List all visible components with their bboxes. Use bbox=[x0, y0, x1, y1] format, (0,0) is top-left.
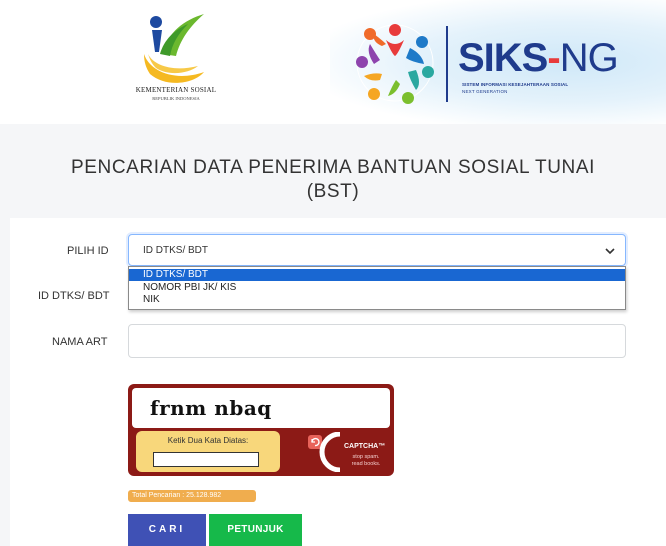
dropdown-option-nomor-pbi[interactable]: NOMOR PBI JK/ KIS bbox=[129, 282, 625, 294]
chevron-down-icon bbox=[605, 248, 615, 255]
id-dtks-label: ID DTKS/ BDT bbox=[38, 290, 110, 302]
page-title: PENCARIAN DATA PENERIMA BANTUAN SOSIAL T… bbox=[0, 156, 666, 204]
kementerian-sosial-text: KEMENTERIAN SOSIAL bbox=[135, 86, 217, 94]
total-search-badge: Total Pencarian : 25.128.982 bbox=[128, 490, 256, 502]
header: KEMENTERIAN SOSIAL REPUBLIK INDONESIA SI… bbox=[0, 0, 666, 124]
captcha-slogan-line-1: stop spam. bbox=[353, 454, 380, 460]
pilih-id-select[interactable]: ID DTKS/ BDT bbox=[128, 234, 626, 266]
page-title-line-2: (BST) bbox=[306, 181, 360, 202]
recaptcha-widget: frnm nbaq Ketik Dua Kata Diatas: CAPTCHA… bbox=[128, 384, 394, 476]
cari-button[interactable]: CARI bbox=[128, 514, 206, 546]
captcha-prompt: Ketik Dua Kata Diatas: bbox=[167, 436, 249, 445]
siks-tagline: SISTEM INFORMASI KESEJAHTERAAN SOSIAL bbox=[462, 82, 569, 87]
captcha-response-panel: Ketik Dua Kata Diatas: bbox=[136, 431, 280, 472]
dropdown-option-nik[interactable]: NIK bbox=[129, 294, 625, 306]
siks-wordmark-dash: - bbox=[547, 36, 560, 80]
page-title-line-1: PENCARIAN DATA PENERIMA BANTUAN SOSIAL T… bbox=[70, 157, 596, 178]
captcha-words: frnm nbaq bbox=[150, 396, 272, 420]
captcha-response-input[interactable] bbox=[153, 452, 259, 467]
siks-ng-emblem bbox=[356, 24, 434, 104]
petunjuk-button[interactable]: PETUNJUK bbox=[209, 514, 302, 546]
kementerian-sosial-logo bbox=[144, 14, 204, 83]
pilih-id-dropdown: ID DTKS/ BDT NOMOR PBI JK/ KIS NIK bbox=[128, 266, 626, 310]
captcha-brand-text: CAPTCHA™ bbox=[344, 443, 385, 450]
siks-ng-wordmark: SIKS-NG bbox=[458, 36, 619, 80]
nama-art-label: NAMA ART bbox=[52, 336, 108, 348]
pilih-id-selected-value: ID DTKS/ BDT bbox=[143, 245, 209, 256]
captcha-brand: CAPTCHA™ stop spam. read books. bbox=[306, 432, 390, 472]
captcha-image: frnm nbaq bbox=[132, 388, 390, 428]
captcha-slogan-line-2: read books. bbox=[352, 461, 381, 467]
logo-divider bbox=[446, 26, 448, 102]
republik-indonesia-text: REPUBLIK INDONESIA bbox=[152, 96, 200, 101]
pilih-id-label: PILIH ID bbox=[67, 245, 109, 257]
nama-art-input[interactable] bbox=[128, 324, 626, 358]
ng-wordmark-part: NG bbox=[559, 36, 619, 80]
siks-wordmark-part: SIKS bbox=[458, 36, 548, 80]
next-generation-tagline: NEXT GENERATION bbox=[462, 89, 508, 94]
dropdown-option-id-dtks[interactable]: ID DTKS/ BDT bbox=[129, 269, 625, 281]
